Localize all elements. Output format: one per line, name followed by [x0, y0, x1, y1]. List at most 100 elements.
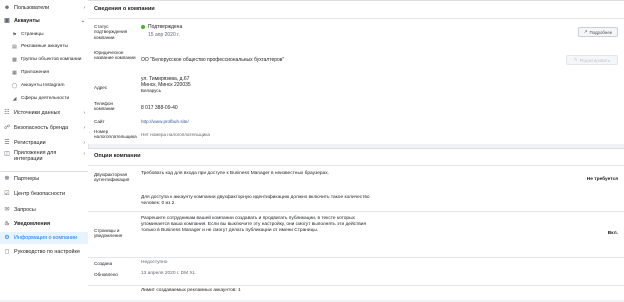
two-factor-row: Двухфакторная аутентификация Требовать к…	[88, 165, 624, 216]
ad-account-limit: Лимит создаваемых рекламных аккаунтов: 1	[141, 288, 241, 293]
sidebar-item-lines-of-business[interactable]: ◢ Сферы деятельности	[0, 94, 88, 103]
site-label: Сайт	[94, 119, 105, 124]
sidebar-item-label: Приложения	[21, 70, 50, 75]
sidebar-item-label: Уведомления	[14, 221, 51, 227]
sidebar-item-label: Регистрации	[14, 140, 46, 146]
sidebar: ☻ Пользователи › ▣ Аккаунты ⌄ ⚑ Страницы…	[0, 0, 89, 300]
sidebar-item-setup-guide[interactable]: ◻ Руководство по настройке	[0, 247, 88, 257]
sidebar-item-ad-accounts[interactable]: ▤ Рекламные аккаунты	[0, 42, 88, 51]
sidebar-item-brand-safety[interactable]: ☍ Безопасность бренда ›	[0, 123, 88, 133]
asset-groups-icon: ▩	[12, 56, 17, 63]
sidebar-item-label: Информация о компании	[14, 235, 78, 241]
company-options-card: Опции компании Двухфакторная аутентифика…	[88, 148, 624, 300]
pages-notifications-label: Страницы и уведомления	[94, 228, 123, 239]
sidebar-item-data-sources[interactable]: ☷ Источники данных ›	[0, 108, 88, 118]
tax-row: Номер налогоплательщика Нет номера налог…	[88, 129, 624, 143]
sidebar-item-label: Страницы	[21, 32, 44, 37]
sidebar-item-label: Сферы деятельности	[21, 96, 70, 101]
sidebar-divider	[0, 171, 88, 172]
pencil-icon: ✎	[573, 57, 578, 62]
chevron-right-icon: ›	[83, 151, 85, 157]
sidebar-item-notifications[interactable]: ♨ Уведомления	[0, 219, 88, 229]
sidebar-item-apps[interactable]: ▦ Приложения	[0, 68, 88, 77]
notifications-icon: ♨	[4, 221, 10, 227]
apps-icon: ▦	[12, 69, 17, 76]
address-label: Адрес	[94, 85, 108, 90]
partners-icon: ☸	[4, 176, 10, 182]
sidebar-item-label: Приложения для интеграции	[14, 150, 57, 162]
phone-label: Телефон компании	[94, 101, 115, 112]
two-factor-description: Требовать код для входа при доступе к Bu…	[141, 171, 329, 176]
integrations-icon: ◫	[4, 151, 10, 157]
external-link-icon: ↗	[583, 29, 588, 34]
sidebar-item-pages[interactable]: ⚑ Страницы	[0, 30, 88, 39]
legal-name-row: Юридическое название компании ОО "Белору…	[88, 47, 624, 71]
sidebar-item-users[interactable]: ☻ Пользователи ›	[0, 3, 88, 13]
two-factor-count: Для доступа к аккаунту компании двухфакт…	[141, 195, 370, 206]
brand-safety-icon: ☍	[3, 125, 11, 131]
updated-label: Обновлено	[94, 272, 118, 277]
edit-button[interactable]: ✎ Редактировать	[566, 55, 618, 65]
status-row: Статус подтверждения компании Подтвержде…	[88, 18, 624, 43]
legal-name-label: Юридическое название компании	[94, 50, 136, 61]
verified-status-icon	[141, 24, 145, 29]
company-info-card: Сведения о компании Статус подтверждения…	[88, 0, 624, 144]
sidebar-item-label: Безопасность бренда	[14, 125, 69, 131]
accounts-icon: ▣	[4, 18, 10, 24]
two-factor-value[interactable]: Не требуется	[587, 177, 618, 182]
phone-value: 8 017 388-09-40	[141, 105, 178, 111]
chevron-right-icon: ›	[83, 5, 85, 11]
sidebar-item-label: Центр безопасности	[14, 191, 66, 197]
sidebar-item-instagram[interactable]: ◯ Аккаунты Instagram	[0, 81, 88, 90]
sidebar-item-label: Источники данных	[14, 110, 61, 116]
sidebar-item-partners[interactable]: ☸ Партнеры	[0, 174, 88, 184]
two-factor-label: Двухфакторная аутентификация	[94, 172, 130, 183]
status-date: 15 апр 2020 г.	[148, 32, 180, 38]
registrations-icon: ☰	[4, 140, 10, 146]
lines-of-business-icon: ◢	[12, 95, 17, 102]
sidebar-item-label: Аккаунты	[14, 18, 40, 24]
requests-icon: ✉	[4, 207, 10, 213]
pages-notifications-row: Страницы и уведомления Разрешите сотрудн…	[88, 211, 624, 256]
sidebar-item-label: Руководство по настройке	[14, 249, 80, 255]
details-button[interactable]: ↗ Подробнее	[578, 27, 618, 37]
sidebar-item-business-info[interactable]: ⚙ Информация о компании	[0, 232, 88, 244]
sidebar-item-label: Партнеры	[14, 176, 40, 182]
updated-row: Обновлено 13 апреля 2020 г. DM XL	[88, 269, 624, 283]
limit-row: Лимит создаваемых рекламных аккаунтов: 1	[88, 285, 624, 302]
created-label: Создана	[94, 261, 113, 266]
main-content: Сведения о компании Статус подтверждения…	[88, 0, 624, 300]
chevron-right-icon: ›	[83, 125, 85, 131]
data-sources-icon: ☷	[4, 110, 10, 116]
legal-name-value: ОО "Белорусское общество профессиональны…	[141, 57, 285, 63]
sidebar-item-asset-groups[interactable]: ▩ Группы объектов компании	[0, 55, 88, 64]
business-info-icon: ⚙	[4, 235, 10, 241]
created-value: Недоступно	[141, 260, 168, 265]
sidebar-item-label: Пользователи	[14, 5, 50, 11]
pages-notifications-description: Разрешите сотрудникам вашей компании соз…	[141, 216, 367, 234]
instagram-icon: ◯	[11, 82, 18, 89]
tax-value: Нет номера налогоплательщика	[141, 132, 210, 137]
sidebar-item-label: Рекламные аккаунты	[21, 44, 68, 49]
sidebar-item-registrations[interactable]: ☰ Регистрации ›	[0, 138, 88, 148]
updated-value: 13 апреля 2020 г. DM XL	[141, 271, 196, 276]
chevron-right-icon: ›	[83, 140, 85, 146]
site-link[interactable]: http://www.profbuh.site/	[141, 119, 189, 125]
sidebar-item-security-center[interactable]: ☑ Центр безопасности	[0, 189, 88, 199]
setup-guide-icon: ◻	[4, 249, 10, 255]
ad-account-icon: ▤	[12, 43, 17, 50]
sidebar-item-label: Группы объектов компании	[21, 57, 82, 62]
phone-row: Телефон компании 8 017 388-09-40	[88, 101, 624, 117]
sidebar-item-integrations[interactable]: ◫ Приложения для интеграции ›	[0, 150, 88, 166]
status-value: Подтверждена	[141, 24, 182, 30]
sidebar-item-label: Аккаунты Instagram	[21, 83, 65, 88]
status-label: Статус подтверждения компании	[94, 24, 128, 40]
pages-notifications-value[interactable]: Вкл.	[608, 231, 618, 236]
sidebar-item-accounts[interactable]: ▣ Аккаунты ⌄	[0, 16, 88, 26]
address-line-3: Беларусь	[141, 88, 162, 93]
flag-icon: ⚑	[12, 31, 17, 38]
sidebar-item-requests[interactable]: ✉ Запросы	[0, 205, 88, 215]
security-center-icon: ☑	[4, 191, 10, 197]
tax-label: Номер налогоплательщика	[94, 129, 137, 140]
chevron-right-icon: ›	[83, 110, 85, 116]
